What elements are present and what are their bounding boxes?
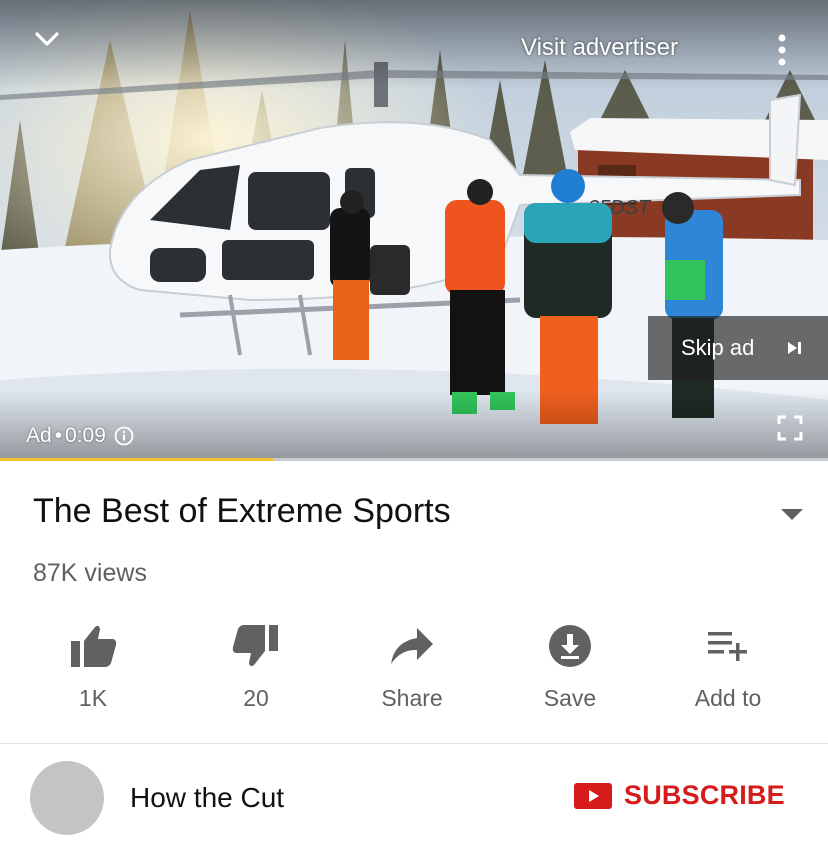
- add-to-button[interactable]: Add to: [648, 620, 808, 720]
- subscribe-label: SUBSCRIBE: [624, 780, 785, 810]
- ad-badge: Ad • 0:09: [26, 424, 134, 448]
- save-button[interactable]: Save: [490, 620, 650, 720]
- dislike-button[interactable]: 20: [176, 620, 336, 720]
- action-bar: 1K 20 Share Save Add to: [0, 620, 828, 720]
- ad-separator: •: [54, 424, 63, 447]
- skip-ad-button[interactable]: Skip ad: [648, 316, 828, 380]
- visit-advertiser-link[interactable]: Visit advertiser: [521, 34, 678, 62]
- share-button[interactable]: Share: [332, 620, 492, 720]
- channel-avatar[interactable]: [30, 761, 104, 835]
- top-scrim: [0, 0, 828, 90]
- video-player[interactable]: 35DST Visit advertiser Skip ad Ad • 0:09: [0, 0, 828, 461]
- add-to-label: Add to: [694, 685, 762, 711]
- dropdown-arrow-icon: [781, 509, 803, 520]
- video-title: The Best of Extreme Sports: [33, 492, 451, 530]
- more-options-button[interactable]: [770, 32, 794, 68]
- collapse-button[interactable]: [32, 26, 62, 52]
- expand-description-button[interactable]: [780, 508, 804, 522]
- ad-label: Ad: [26, 424, 52, 447]
- share-label: Share: [381, 685, 443, 711]
- subscribe-button[interactable]: SUBSCRIBE: [574, 780, 785, 811]
- dislike-count: 20: [243, 685, 269, 711]
- info-icon[interactable]: [114, 426, 134, 446]
- ad-countdown: 0:09: [65, 424, 106, 447]
- playlist-add-icon: [708, 632, 747, 661]
- view-count: 87K views: [33, 559, 147, 587]
- chevron-down-icon: [35, 32, 59, 46]
- ad-progress-bar[interactable]: [0, 458, 828, 461]
- save-label: Save: [543, 685, 597, 711]
- share-arrow-icon: [391, 628, 433, 664]
- skip-ad-label: Skip ad: [681, 335, 755, 360]
- fullscreen-icon: [777, 415, 803, 441]
- fullscreen-button[interactable]: [776, 414, 804, 442]
- like-button[interactable]: 1K: [13, 620, 173, 720]
- youtube-logo-icon: [574, 782, 612, 809]
- ad-progress-fill: [0, 458, 274, 461]
- skip-next-icon: [788, 342, 802, 354]
- channel-name[interactable]: How the Cut: [130, 782, 284, 814]
- like-count: 1K: [78, 685, 108, 711]
- thumbs-up-icon: [71, 625, 117, 667]
- thumbs-down-icon: [232, 625, 278, 667]
- more-vert-icon: [778, 34, 786, 66]
- download-icon: [549, 625, 591, 667]
- divider: [0, 743, 828, 744]
